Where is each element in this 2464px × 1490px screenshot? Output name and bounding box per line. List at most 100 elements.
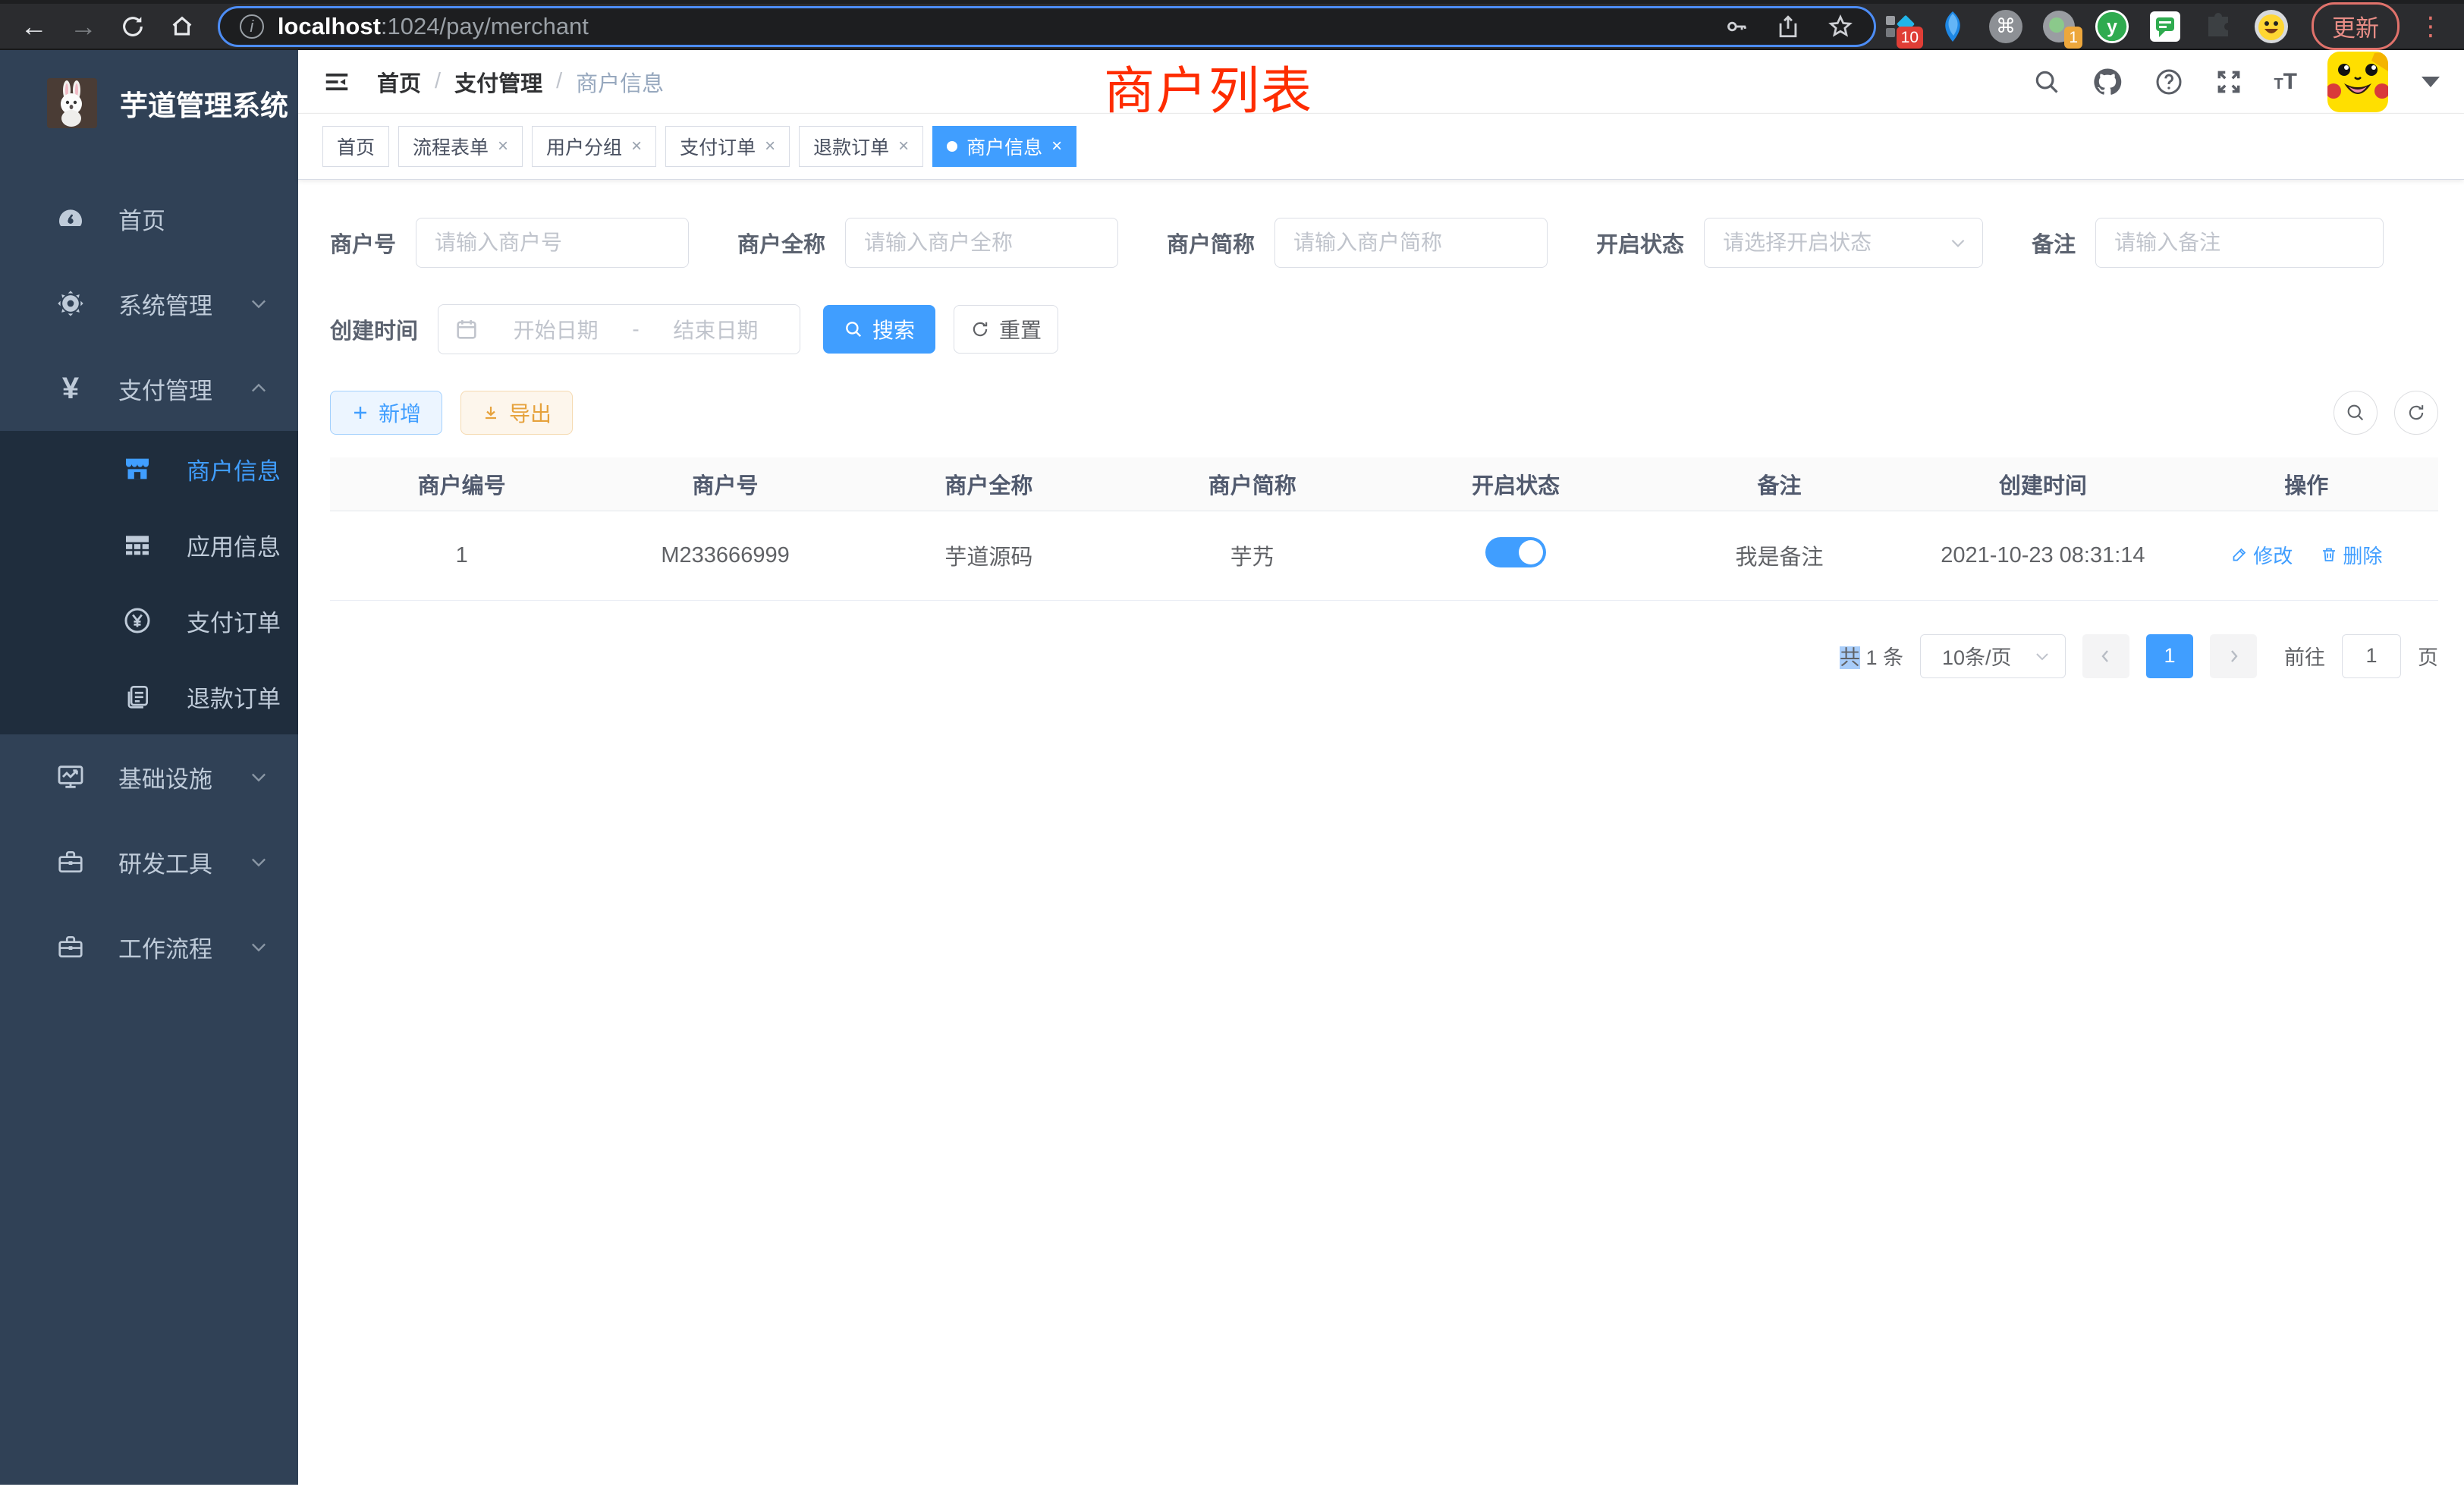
shop-icon: [121, 454, 153, 484]
sidebar-item-pay-order[interactable]: 支付订单: [0, 583, 298, 659]
search-button[interactable]: 搜索: [823, 305, 935, 354]
sidebar-item-merchant-info[interactable]: 商户信息: [0, 431, 298, 507]
extension-command-icon[interactable]: ⌘: [1988, 9, 2023, 44]
status-label: 开启状态: [1596, 227, 1684, 259]
page-number-1[interactable]: 1: [2146, 634, 2193, 678]
date-separator: -: [632, 317, 639, 341]
extension-y-icon[interactable]: y: [2095, 9, 2129, 44]
monitor-chart-icon: [55, 762, 86, 792]
url-host: localhost: [278, 13, 381, 39]
share-icon[interactable]: [1775, 14, 1801, 39]
sidebar-item-pay[interactable]: ¥ 支付管理: [0, 346, 298, 431]
search-icon[interactable]: [2032, 68, 2061, 96]
browser-home-button[interactable]: [161, 7, 204, 46]
url-text: localhost:1024/pay/merchant: [278, 13, 1710, 40]
full-name-input[interactable]: [845, 218, 1118, 268]
short-name-label: 商户简称: [1167, 227, 1255, 259]
prev-page-button[interactable]: [2082, 634, 2129, 678]
extension-chat-icon[interactable]: [2148, 9, 2183, 44]
browser-update-button[interactable]: 更新: [2312, 2, 2400, 50]
extension-recorder-icon[interactable]: 1: [2041, 9, 2076, 44]
github-icon[interactable]: [2092, 66, 2123, 98]
avatar[interactable]: [2327, 52, 2388, 112]
browser-back-button[interactable]: ←: [12, 7, 55, 46]
tab-user-group[interactable]: 用户分组×: [532, 126, 656, 167]
add-button[interactable]: 新增: [330, 391, 442, 435]
close-icon[interactable]: ×: [631, 136, 642, 157]
sidebar-item-system[interactable]: 系统管理: [0, 261, 298, 346]
sidebar-collapse-icon[interactable]: [322, 68, 351, 96]
col-short-name: 商户简称: [1120, 457, 1384, 511]
browser-chrome: ← → i localhost:1024/pay/merchant: [0, 0, 2464, 50]
filter-row-1: 商户号 商户全称 商户简称 开启状态: [330, 218, 2438, 268]
next-page-button[interactable]: [2210, 634, 2257, 678]
top-navbar: 首页 / 支付管理 / 商户信息 T: [298, 50, 2464, 114]
extension-tray: 10 ⌘ 1 y: [1882, 9, 2289, 44]
cell-short-name: 芋艿: [1120, 511, 1384, 600]
edit-pencil-icon: [2230, 545, 2249, 564]
extension-tiles-icon[interactable]: 10: [1882, 9, 1917, 44]
remark-input[interactable]: [2095, 218, 2384, 268]
browser-menu-button[interactable]: ⋮: [2418, 11, 2444, 42]
bookmark-star-icon[interactable]: [1827, 13, 1854, 40]
status-toggle-on[interactable]: [1485, 537, 1546, 567]
merchant-no-label: 商户号: [330, 227, 396, 259]
sidebar-item-label: 基础设施: [118, 760, 212, 794]
delete-button[interactable]: 删除: [2320, 541, 2382, 569]
tab-merchant-info[interactable]: 商户信息×: [932, 126, 1076, 167]
table-row: 1 M233666999 芋道源码 芋艿 我是备注 2021-10-23 08:…: [330, 511, 2438, 600]
col-merchant-no: 商户号: [593, 457, 856, 511]
fullscreen-icon[interactable]: [2214, 68, 2243, 96]
close-icon[interactable]: ×: [765, 136, 775, 157]
status-select[interactable]: [1704, 218, 1983, 268]
sidebar-item-app-info[interactable]: 应用信息: [0, 507, 298, 583]
sidebar-item-infra[interactable]: 基础设施: [0, 734, 298, 819]
sidebar-item-home[interactable]: 首页: [0, 176, 298, 261]
merchant-no-input[interactable]: [416, 218, 689, 268]
breadcrumb-home[interactable]: 首页: [377, 66, 421, 98]
url-bar[interactable]: i localhost:1024/pay/merchant: [218, 6, 1876, 47]
reset-button[interactable]: 重置: [954, 305, 1058, 354]
filter-row-2: 创建时间 开始日期 - 结束日期 搜索: [330, 304, 2438, 354]
sidebar-item-dev-tools[interactable]: 研发工具: [0, 819, 298, 904]
sidebar-item-refund-order[interactable]: 退款订单: [0, 659, 298, 734]
status-select-input[interactable]: [1704, 218, 1983, 268]
short-name-input[interactable]: [1274, 218, 1548, 268]
refresh-table-button[interactable]: [2394, 391, 2438, 435]
chevron-down-icon: [2033, 647, 2051, 665]
help-icon[interactable]: [2154, 67, 2184, 97]
gear-icon: [55, 288, 86, 319]
password-key-icon[interactable]: [1724, 14, 1749, 39]
page-unit-label: 页: [2418, 641, 2438, 671]
goto-page-input[interactable]: [2342, 634, 2401, 678]
sidebar-logo-row[interactable]: 芋道管理系统: [0, 50, 298, 156]
close-icon[interactable]: ×: [498, 136, 508, 157]
extension-smiley-icon[interactable]: [2254, 9, 2289, 44]
page-info-icon[interactable]: i: [240, 14, 264, 39]
export-button[interactable]: 导出: [460, 391, 573, 435]
tab-home[interactable]: 首页: [322, 126, 389, 167]
breadcrumb-pay[interactable]: 支付管理: [454, 66, 542, 98]
font-size-icon[interactable]: TT: [2274, 69, 2297, 95]
edit-button[interactable]: 修改: [2230, 541, 2293, 569]
extension-pin-icon[interactable]: [1935, 9, 1970, 44]
reload-icon: [120, 14, 146, 39]
breadcrumb: 首页 / 支付管理 / 商户信息: [377, 66, 664, 98]
close-icon[interactable]: ×: [898, 136, 909, 157]
search-icon: [844, 319, 863, 339]
browser-forward-button[interactable]: →: [61, 7, 105, 46]
cell-status: [1384, 511, 1648, 600]
avatar-dropdown-caret-icon[interactable]: [2422, 77, 2440, 87]
tab-refund-order[interactable]: 退款订单×: [799, 126, 923, 167]
extension-puzzle-icon[interactable]: [2201, 9, 2236, 44]
show-search-toggle-button[interactable]: [2334, 391, 2378, 435]
close-icon[interactable]: ×: [1051, 136, 1062, 157]
app-title: 芋道管理系统: [120, 83, 288, 124]
sidebar-item-workflow[interactable]: 工作流程: [0, 904, 298, 989]
goto-label: 前往: [2284, 641, 2325, 671]
create-time-range-picker[interactable]: 开始日期 - 结束日期: [438, 304, 800, 354]
tab-pay-order[interactable]: 支付订单×: [665, 126, 790, 167]
browser-reload-button[interactable]: [111, 7, 154, 46]
page-size-select[interactable]: 10条/页: [1920, 634, 2066, 678]
tab-process-form[interactable]: 流程表单×: [398, 126, 523, 167]
